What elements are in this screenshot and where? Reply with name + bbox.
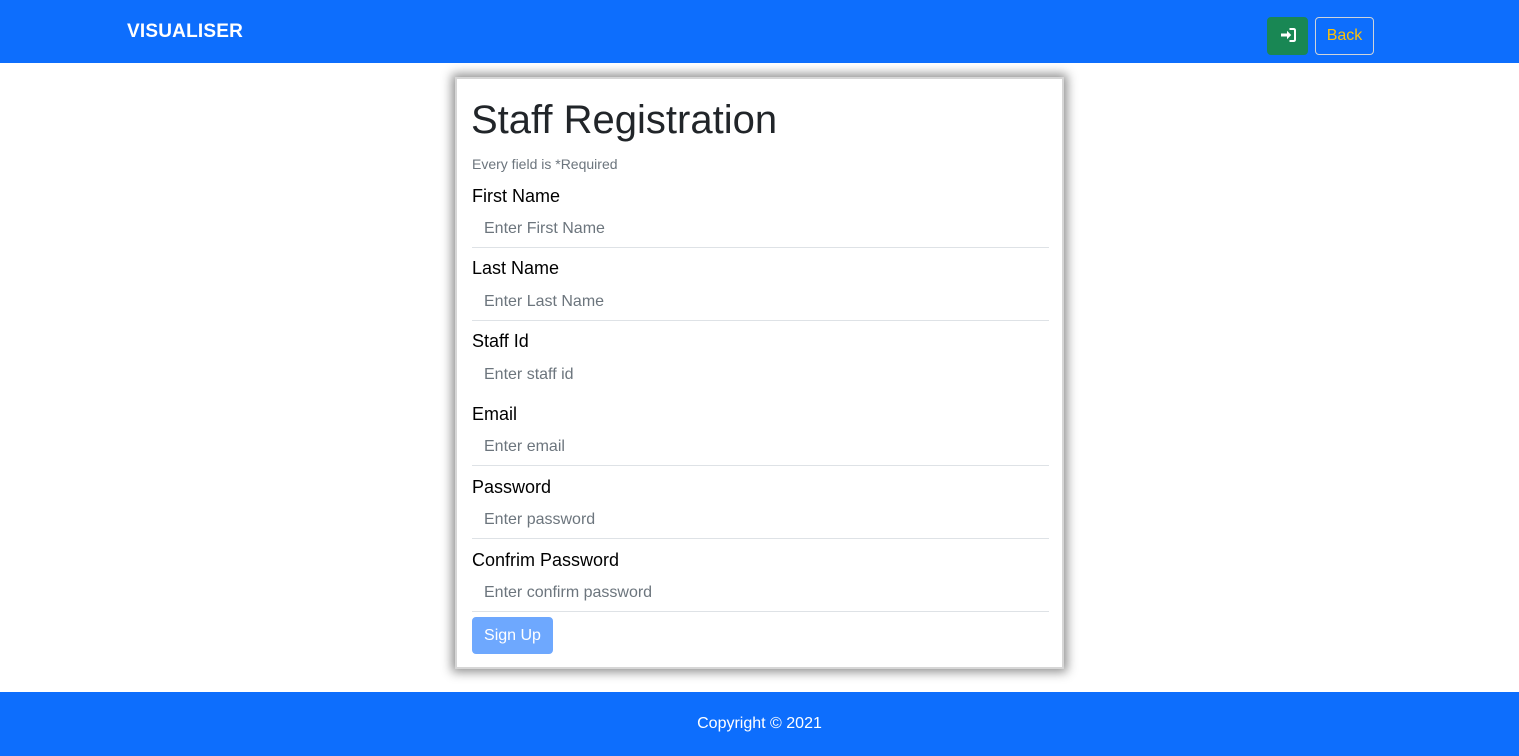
first-name-label: First Name (472, 186, 561, 206)
confirm-password-label: Confrim Password (472, 550, 620, 570)
footer: Copyright © 2021 (0, 692, 1519, 756)
password-input[interactable] (472, 502, 1049, 539)
top-navbar: VISUALISER Back (0, 0, 1519, 63)
first-name-input[interactable] (472, 211, 1049, 248)
confirm-password-input[interactable] (472, 575, 1049, 612)
staff-id-label: Staff Id (472, 331, 529, 351)
email-input[interactable] (472, 429, 1049, 466)
sign-in-icon (1280, 27, 1296, 45)
last-name-label: Last Name (472, 258, 560, 278)
brand-logo[interactable]: VISUALISER (127, 21, 243, 43)
email-label: Email (472, 404, 518, 424)
copyright-text: Copyright © 2021 (697, 715, 822, 732)
last-name-input[interactable] (472, 284, 1049, 321)
login-button[interactable] (1267, 17, 1308, 55)
required-note: Every field is *Required (472, 156, 618, 172)
password-label: Password (472, 477, 552, 497)
back-button[interactable]: Back (1315, 17, 1374, 55)
sign-up-button[interactable]: Sign Up (472, 617, 553, 654)
staff-id-input[interactable] (472, 356, 1049, 393)
page-title: Staff Registration (471, 98, 778, 142)
registration-card: Staff Registration Every field is *Requi… (455, 77, 1064, 669)
